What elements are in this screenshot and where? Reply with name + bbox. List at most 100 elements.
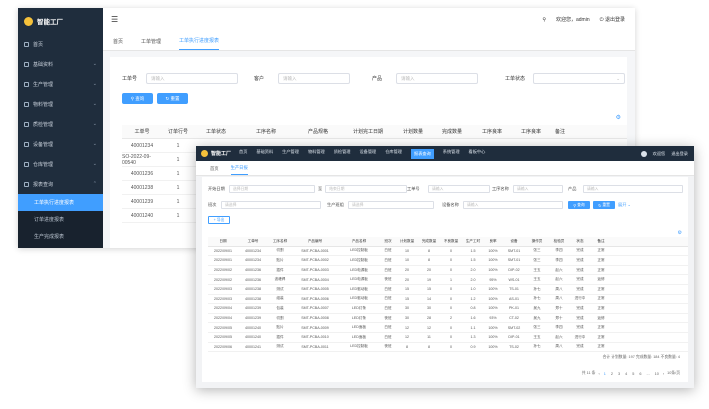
next-page-icon[interactable]: › bbox=[663, 372, 664, 376]
column-header[interactable]: 班次 bbox=[380, 237, 396, 246]
start-date-input[interactable]: 选择日期 bbox=[229, 185, 315, 193]
nav-item[interactable]: 生产管理 bbox=[282, 149, 299, 159]
export-button[interactable]: + 导出 bbox=[208, 216, 230, 224]
column-header[interactable]: 工序良率 bbox=[512, 125, 550, 138]
order-no-input[interactable]: 请输入 bbox=[146, 73, 238, 84]
tab[interactable]: 工单执行进度报表 bbox=[179, 37, 220, 50]
page-number[interactable]: 2 bbox=[610, 372, 614, 376]
customer-input[interactable]: 请输入 bbox=[278, 73, 350, 84]
column-header[interactable]: 计划数量 bbox=[394, 125, 432, 138]
nav-item[interactable]: 设备管理 bbox=[359, 149, 376, 159]
column-header[interactable]: 完成数量 bbox=[432, 125, 472, 138]
table-row[interactable]: 2022/09/01 40001234 贴片 SMT-PCBA-0002 LED控制板 白… bbox=[208, 256, 688, 266]
sidebar-item[interactable]: 质检管理 ⌄ bbox=[18, 114, 103, 134]
column-header[interactable]: 检验员 bbox=[548, 237, 570, 246]
column-header[interactable]: 日期 bbox=[208, 237, 238, 246]
column-header[interactable]: 工单号 bbox=[122, 125, 162, 138]
tab[interactable]: 生产日报 bbox=[230, 165, 248, 175]
column-header[interactable]: 订单行号 bbox=[162, 125, 194, 138]
order-input[interactable]: 请输入 bbox=[428, 185, 490, 193]
column-header[interactable]: 计划完工日期 bbox=[342, 125, 394, 138]
sidebar-subitem[interactable]: 工单执行进度报表 bbox=[18, 194, 103, 211]
page-number[interactable]: 3 bbox=[617, 372, 621, 376]
column-header[interactable]: 产品规格 bbox=[294, 125, 342, 138]
page-size-select[interactable]: 10条/页 bbox=[667, 371, 680, 376]
expand-link[interactable]: 展开 ⌄ bbox=[618, 202, 631, 208]
sidebar-item[interactable]: 报表查询 ⌃ bbox=[18, 174, 103, 194]
column-header[interactable]: 计划数量 bbox=[396, 237, 418, 246]
sidebar-item[interactable]: 基础资料 ⌄ bbox=[18, 54, 103, 74]
shift-select[interactable]: 请选择 bbox=[221, 201, 321, 209]
page-number[interactable]: 10 bbox=[654, 372, 660, 376]
sidebar-subitem[interactable]: 生产完成报表 bbox=[18, 228, 103, 245]
column-header[interactable]: 工单状态 bbox=[194, 125, 238, 138]
column-header[interactable]: 设备 bbox=[502, 237, 526, 246]
search-icon[interactable]: ⚲ bbox=[542, 17, 546, 23]
logout-link[interactable]: 退出登录 bbox=[671, 151, 688, 157]
avatar[interactable] bbox=[640, 150, 647, 157]
search-button[interactable]: ⚲ 查询 bbox=[122, 93, 153, 104]
team-select[interactable]: 请选择 bbox=[348, 201, 434, 209]
sidebar-subitem[interactable]: 订单进度报表 bbox=[18, 211, 103, 228]
nav-item[interactable]: 仓库管理 bbox=[385, 149, 402, 159]
column-header[interactable]: 不良数量 bbox=[440, 237, 462, 246]
table-row[interactable]: 2022/09/05 40001240 插件 SMT-PCBA-0010 LED面板 白班… bbox=[208, 333, 688, 343]
column-header[interactable]: 备注 bbox=[550, 125, 570, 138]
column-header[interactable]: 工序名称 bbox=[238, 125, 294, 138]
sidebar-item[interactable]: 设备管理 ⌄ bbox=[18, 134, 103, 154]
column-header[interactable]: 产品编号 bbox=[292, 237, 338, 246]
reset-button[interactable]: ↻ 重置 bbox=[593, 201, 615, 209]
process-input[interactable]: 请输入 bbox=[513, 185, 563, 193]
logout-link[interactable]: ⏻ 退出登录 bbox=[600, 16, 625, 23]
sidebar-item[interactable]: 仓库管理 ⌄ bbox=[18, 154, 103, 174]
product-input[interactable]: 请输入 bbox=[396, 73, 478, 84]
app-logo[interactable]: 智能工厂 bbox=[18, 8, 103, 34]
column-header[interactable]: 工单号 bbox=[238, 237, 268, 246]
table-row[interactable]: 2022/09/03 40001238 测试 SMT-PCBA-0005 LED驱动板 白… bbox=[208, 285, 688, 295]
prev-page-icon[interactable]: ‹ bbox=[598, 372, 599, 376]
page-number[interactable]: ... bbox=[645, 372, 650, 376]
app-logo[interactable]: 智能工厂 bbox=[196, 150, 231, 157]
nav-item[interactable]: 看板中心 bbox=[469, 149, 486, 159]
nav-item[interactable]: 质检管理 bbox=[334, 149, 351, 159]
status-select[interactable]: ⌄ bbox=[533, 73, 625, 84]
sidebar-item[interactable]: 生产管理 ⌄ bbox=[18, 74, 103, 94]
table-row[interactable]: 2022/09/02 40001236 波峰焊 SMT-PCBA-0004 LED电源板… bbox=[208, 275, 688, 285]
page-number[interactable]: 6 bbox=[638, 372, 642, 376]
page-number[interactable]: 4 bbox=[624, 372, 628, 376]
search-button[interactable]: ⚲ 查询 bbox=[568, 201, 590, 209]
reset-button[interactable]: ↻ 重置 bbox=[157, 93, 188, 104]
table-row[interactable]: 2022/09/03 40001238 组装 SMT-PCBA-0006 LED驱动板 白… bbox=[208, 295, 688, 305]
product-input[interactable]: 请输入 bbox=[583, 185, 683, 193]
device-input[interactable]: 请输入 bbox=[463, 201, 563, 209]
table-row[interactable]: 2022/09/06 40001241 测试 SMT-PCBA-0011 LED控制板 夜… bbox=[208, 343, 688, 353]
sidebar-subitem[interactable]: 订单工序进度报表 bbox=[18, 245, 103, 248]
page-number[interactable]: 5 bbox=[631, 372, 635, 376]
page-number[interactable]: 1 bbox=[603, 372, 607, 376]
settings-icon[interactable]: ⚙ bbox=[616, 114, 621, 121]
menu-toggle-icon[interactable]: ☰ bbox=[111, 15, 118, 24]
tab[interactable]: 首页 bbox=[210, 166, 219, 175]
sidebar-item[interactable]: 物料管理 ⌄ bbox=[18, 94, 103, 114]
nav-item[interactable]: 报表查询 bbox=[411, 148, 434, 159]
end-date-input[interactable]: 结束日期 bbox=[325, 185, 408, 193]
settings-icon[interactable]: ⚙ bbox=[678, 230, 682, 236]
nav-item[interactable]: 首页 bbox=[239, 149, 247, 159]
column-header[interactable]: 良率 bbox=[484, 237, 502, 246]
sidebar-item[interactable]: 首页 bbox=[18, 34, 103, 54]
nav-item[interactable]: 物料管理 bbox=[308, 149, 325, 159]
table-row[interactable]: 2022/09/04 40001239 切割 SMT-PCBA-0008 LED灯条 夜班… bbox=[208, 314, 688, 324]
column-header[interactable]: 操作员 bbox=[526, 237, 548, 246]
table-row[interactable]: 2022/09/05 40001240 贴片 SMT-PCBA-0009 LED面板 白班… bbox=[208, 323, 688, 333]
tab[interactable]: 首页 bbox=[113, 38, 123, 50]
column-header[interactable]: 完成数量 bbox=[418, 237, 440, 246]
column-header[interactable]: 生产工时 bbox=[462, 237, 484, 246]
column-header[interactable]: 状态 bbox=[570, 237, 590, 246]
tab[interactable]: 工单管理 bbox=[141, 38, 161, 50]
table-row[interactable]: 2022/09/01 40001234 切割 SMT-PCBA-0001 LED控制板 白… bbox=[208, 247, 688, 257]
column-header[interactable]: 备注 bbox=[590, 237, 612, 246]
table-row[interactable]: 2022/09/02 40001236 插件 SMT-PCBA-0003 LED电源板 白… bbox=[208, 266, 688, 276]
table-row[interactable]: 2022/09/04 40001239 包装 SMT-PCBA-0007 LED灯条 白班… bbox=[208, 304, 688, 314]
column-header[interactable]: 产品名称 bbox=[338, 237, 380, 246]
nav-item[interactable]: 基础资料 bbox=[256, 149, 273, 159]
